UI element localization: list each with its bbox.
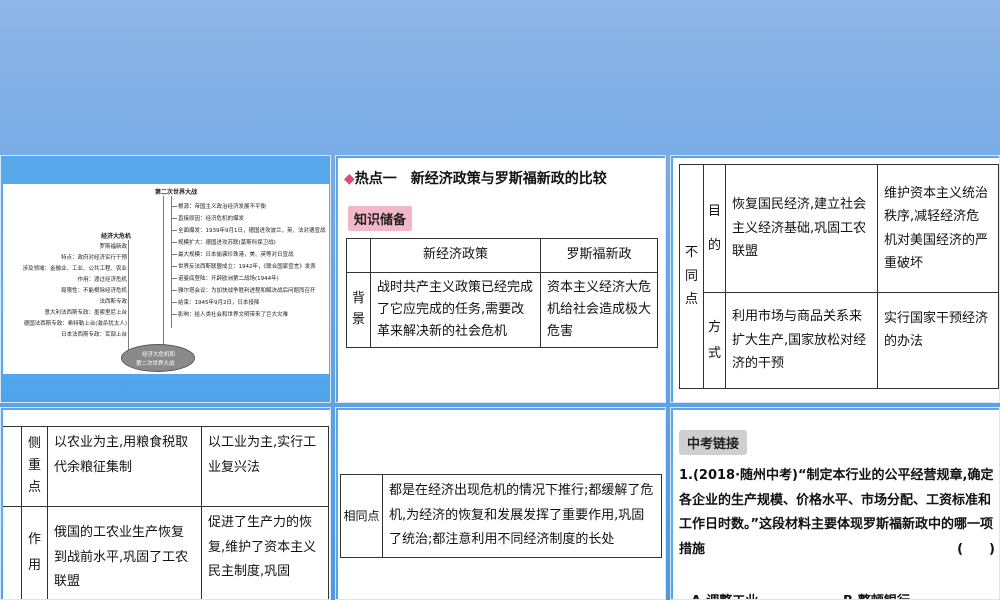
cell-nep-effect: 俄国的工农业生产恢复到战前水平,巩固了工农联盟 [47,506,202,599]
mindmap-left-item: 罗斯福新政 [99,244,127,250]
slide-4-canvas: 侧重点 以农业为主,用粮食税取代余粮征集制 以工业为主,实行工业复兴法 作用 俄… [3,410,330,599]
question-text: 1.(2018·随州中考)“制定本行业的公平经营规章,确定各企业的生产规模、价格… [679,464,995,563]
mindmap-branch: 规模扩大：德国进攻苏联(莫斯科保卫战) [178,240,276,246]
mindmap-left-item: 法西斯专政 [99,299,127,305]
mindmap-title: 第二次世界大战 [155,189,198,196]
mindmap-left-item: 涉及领域：金融业、工业、公共工程、农业 [22,266,127,272]
slide-3-canvas: 不同点 目的 恢复国民经济,建立社会主义经济基础,巩固工农联盟 维护资本主义统治… [673,158,999,402]
option-b: B.整顿银行 [843,590,910,599]
mindmap-left-item: 意大利法西斯专政：墨索里尼上台 [44,310,127,316]
slide-1-canvas: 第二次世界大战 根源：帝国主义政治经济发展不平衡 直接原因：经济危机的爆发全面爆发… [3,184,329,374]
mindmap-left-item: 日本法西斯专政：军部上台 [60,332,127,338]
mindmap-branch: 影响：给人类社会和世界文明带来了巨大灾难 [178,312,289,318]
slide-thumbnail-2[interactable]: ◆热点一 新经济政策与罗斯福新政的比较 知识储备 新经济政策 罗斯福新政 背景 … [335,155,666,403]
mindmap-center-node: 经济大危机和 第二次世界大战 [121,344,195,372]
col-header-newdeal: 罗斯福新政 [540,238,658,273]
mindmap-branch: 最大规模：日本偷袭珍珠港，美、英等对日宣战 [178,252,294,258]
answer-bracket: ( ) [957,542,995,558]
slide-5-canvas: 相同点 都是在经济出现危机的情况下推行;都缓解了危机,为经济的恢复和发展发挥了重… [338,410,665,599]
mindmap-branch: 诺曼底登陆：开辟欧洲第二战场(1944年) [178,276,279,282]
slide-2-canvas: ◆热点一 新经济政策与罗斯福新政的比较 知识储备 新经济政策 罗斯福新政 背景 … [338,158,665,402]
slide-6-canvas: 中考链接 1.(2018·随州中考)“制定本行业的公平经营规章,确定各企业的生产… [673,410,999,599]
diamond-icon: ◆ [344,171,355,187]
mindmap-left-item: 德国法西斯专政：希特勒上台(激杀犹太人) [23,321,127,327]
mindmap-branch: 全面爆发：1939年9月1日，德国进攻波兰，英、法对德宣战 [178,228,326,234]
section-heading: ◆热点一 新经济政策与罗斯福新政的比较 [344,171,607,187]
knowledge-badge: 知识储备 [348,206,413,231]
mindmap-branch: 世界反法西斯联盟成立：1942年，《联合国家宣言》发表 [178,264,316,270]
mindmap-branch: 雅尔塔会议：为加快战争胜利进程和解决战后问题而召开 [178,288,316,294]
option-a: A.调整工业 [691,590,758,599]
difference-table: 不同点 目的 恢复国民经济,建立社会主义经济基础,巩固工农联盟 维护资本主义统治… [679,164,999,389]
mindmap-left-item: 作用：渡过经济危机 [77,277,127,283]
mindmap-left-title: 经济大危机 [101,233,132,240]
comparison-table: 新经济政策 罗斯福新政 背景 战时共产主义政策已经完成了它应完成的任务,需要改革… [346,238,658,349]
exam-link-badge: 中考链接 [679,430,748,455]
similarity-table: 相同点 都是在经济出现危机的情况下推行;都缓解了危机,为经济的恢复和发展发挥了重… [340,473,662,559]
row-label-similarities: 相同点 [340,473,383,559]
cell-newdeal-method: 实行国家干预经济的办法 [877,292,999,389]
row-label-background: 背景 [346,271,371,349]
row-label-effect: 作用 [21,506,48,599]
slide-thumbnail-6[interactable]: 中考链接 1.(2018·随州中考)“制定本行业的公平经营规章,确定各企业的生产… [670,407,1000,600]
cell-nep-background: 战时共产主义政策已经完成了它应完成的任务,需要改革来解决新的社会危机 [370,271,541,349]
slide-thumbnail-1[interactable]: 第二次世界大战 根源：帝国主义政治经济发展不平衡 直接原因：经济危机的爆发全面爆发… [0,155,331,403]
col-header-nep: 新经济政策 [370,238,541,273]
mindmap-branch: 直接原因：经济危机的爆发 [178,216,245,222]
mindmap-left-item: 局限性：不能根除经济危机 [60,288,127,294]
mindmap-left-item: 特点：政府对经济实行干预 [60,255,127,261]
cell-newdeal-background: 资本主义经济大危机给社会造成极大危害 [540,271,658,349]
slide-thumbnail-5[interactable]: 相同点 都是在经济出现危机的情况下推行;都缓解了危机,为经济的恢复和发展发挥了重… [335,407,666,600]
outer-label-differences: 不同点 [679,164,704,389]
mindmap-branch: 结束：1945年9月2日，日本投降 [178,300,260,306]
cell-similarities: 都是在经济出现危机的情况下推行;都缓解了危机,为经济的恢复和发展发挥了重要作用,… [382,473,662,559]
row-label-method: 方式 [703,292,726,389]
focus-effect-table: 侧重点 以农业为主,用粮食税取代余粮征集制 以工业为主,实行工业复兴法 作用 俄… [3,426,329,599]
mindmap-branch: 根源：帝国主义政治经济发展不平衡 [178,204,267,210]
cell-nep-focus: 以农业为主,用粮食税取代余粮征集制 [47,426,202,507]
row-label-focus: 侧重点 [21,426,48,507]
slide-thumbnail-3[interactable]: 不同点 目的 恢复国民经济,建立社会主义经济基础,巩固工农联盟 维护资本主义统治… [670,155,1000,403]
cell-newdeal-effect: 促进了生产力的恢复,维护了资本主义民主制度,巩固 [201,506,329,599]
slide-thumbnail-4[interactable]: 侧重点 以农业为主,用粮食税取代余粮征集制 以工业为主,实行工业复兴法 作用 俄… [0,407,331,600]
cell-newdeal-purpose: 维护资本主义统治秩序,减轻经济危机对美国经济的严重破坏 [877,164,999,293]
row-label-purpose: 目的 [703,164,726,293]
cell-nep-method: 利用市场与商品关系来扩大生产,国家放松对经济的干预 [725,292,878,389]
cell-newdeal-focus: 以工业为主,实行工业复兴法 [201,426,329,507]
cell-nep-purpose: 恢复国民经济,建立社会主义经济基础,巩固工农联盟 [725,164,878,293]
